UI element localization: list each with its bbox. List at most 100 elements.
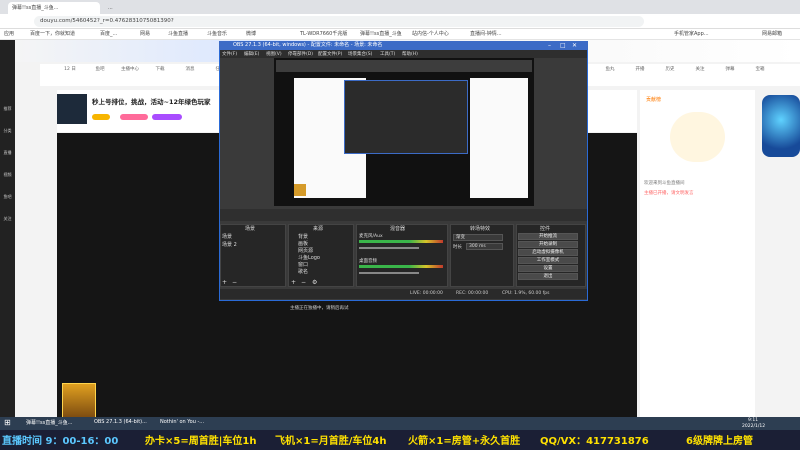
start-recording-button[interactable]: 开始录制 xyxy=(518,241,578,248)
bookmark-item[interactable]: 应用 xyxy=(4,30,14,37)
source-item[interactable]: 歌名 xyxy=(298,268,308,275)
mascot-image xyxy=(670,112,725,162)
minimize-icon[interactable]: – xyxy=(548,42,551,49)
duration-label: 时长 xyxy=(453,245,462,250)
url-input[interactable]: douyu.com/5460452?_r=0.4762831075081390? xyxy=(34,16,644,27)
volume-slider[interactable] xyxy=(359,272,419,274)
level-badge xyxy=(92,114,110,120)
settings-button[interactable]: 设置 xyxy=(518,265,578,272)
bookmark-item[interactable]: 微博 xyxy=(246,30,256,37)
chat-header: 贡献榜 xyxy=(646,97,662,103)
source-item[interactable]: 斗鱼Logo xyxy=(298,254,320,261)
avatar[interactable] xyxy=(57,94,87,124)
taskbar-date: 2022/1/12 xyxy=(742,424,766,429)
preview-sticker xyxy=(294,184,306,196)
gear-icon[interactable]: ⚙ xyxy=(312,279,317,286)
source-item[interactable]: 窗口 xyxy=(298,261,308,268)
volume-slider[interactable] xyxy=(359,247,419,249)
bookmark-item[interactable]: 百度_... xyxy=(100,30,117,37)
overlay-promo: 火箭×1=房管+永久首胜 xyxy=(408,436,521,447)
bookmark-item[interactable]: 站内信-个人中心 xyxy=(412,30,449,37)
live-status: LIVE: 00:00:00 xyxy=(410,291,443,296)
nav-item[interactable]: 推荐 xyxy=(1,106,14,112)
transition-select[interactable]: 渐变 xyxy=(453,234,503,241)
scene-item[interactable]: 场景 2 xyxy=(222,241,237,248)
obs-menu-file[interactable]: 文件(F) xyxy=(222,51,237,57)
windows-start-icon[interactable]: ⊞ xyxy=(4,418,11,427)
add-icon[interactable]: + xyxy=(291,279,296,286)
mixer-title: 混音器 xyxy=(390,226,406,232)
fan-badge xyxy=(120,114,148,120)
transitions-title: 转场特效 xyxy=(470,226,491,232)
nav-item[interactable]: 分类 xyxy=(1,128,14,134)
audio-meter xyxy=(359,265,443,268)
obs-preview[interactable] xyxy=(274,58,534,206)
duration-input[interactable]: 300 ms xyxy=(466,243,503,250)
browser-tabbar: 弹幕!!ss直播_斗鱼... ... xyxy=(0,0,800,14)
source-item[interactable]: 网页源 xyxy=(298,247,313,254)
start-streaming-button[interactable]: 开始推流 xyxy=(518,233,578,240)
left-nav: 推荐 分类 直播 视频 鱼吧 关注 xyxy=(0,40,15,417)
sources-title: 来源 xyxy=(313,226,324,232)
nav-item[interactable]: 鱼吧 xyxy=(1,194,14,200)
exit-button[interactable]: 退出 xyxy=(518,273,578,280)
bookmark-item[interactable]: 网易 xyxy=(140,30,150,37)
obs-menu-edit[interactable]: 编辑(E) xyxy=(244,51,259,57)
stream-overlay xyxy=(0,430,800,450)
bookmark-item[interactable]: 网易邮箱 xyxy=(762,30,782,37)
studio-mode-button[interactable]: 工作室模式 xyxy=(518,257,578,264)
browser-tab-douyu[interactable]: 弹幕!!ss直播_斗鱼... xyxy=(8,2,100,14)
bookmark-item[interactable]: 直播间-钟情... xyxy=(470,30,502,37)
obs-menu-profile[interactable]: 配置文件(P) xyxy=(318,51,342,57)
chest-icon[interactable]: 宝箱 xyxy=(740,66,780,72)
taskbar-item-browser[interactable]: 弹幕!!ss直播_斗鱼... xyxy=(26,419,73,426)
overlay-promo: 办卡×5=周首胜|车位1h xyxy=(145,436,257,447)
nav-item[interactable]: 关注 xyxy=(1,216,14,222)
mixer-channel-label: 桌面音频 xyxy=(359,259,377,264)
chat-line: 欢迎来到斗鱼直播间 xyxy=(644,181,685,186)
audio-meter xyxy=(359,240,443,243)
overlay-promo: 飞机×1=月首胜/车位4h xyxy=(275,436,387,447)
gift-sticker xyxy=(62,383,96,419)
remove-icon[interactable]: − xyxy=(232,279,237,286)
scene-item[interactable]: 场景 xyxy=(222,233,232,240)
chat-panel: 贡献榜 欢迎来到斗鱼直播间 主播已开播，请文明发言 xyxy=(640,90,755,420)
maximize-icon[interactable]: □ xyxy=(560,42,566,49)
controls-title: 控件 xyxy=(540,226,551,232)
bookmark-item[interactable]: 斗鱼音乐 xyxy=(207,30,227,37)
obs-menu-docks[interactable]: 停靠部件(D) xyxy=(288,51,313,57)
bookmark-item[interactable]: TL-WDR7660千兆版 xyxy=(300,30,347,37)
overlay-level: 6级牌牌上房管 xyxy=(686,436,753,447)
close-icon[interactable]: ✕ xyxy=(572,42,577,49)
cpu-status: CPU: 1.9%, 60.00 fps xyxy=(502,291,550,296)
mixer-channel-label: 麦克风/Aux xyxy=(359,234,383,239)
obs-title: OBS 27.1.3 (64-bit, windows) - 配置文件: 未命名… xyxy=(219,41,588,50)
source-item[interactable]: 画板 xyxy=(298,240,308,247)
bookmark-item[interactable]: 百度一下，你就知道 xyxy=(30,30,75,37)
nav-item[interactable]: 直播 xyxy=(1,150,14,156)
bookmark-item[interactable]: 斗鱼直播 xyxy=(168,30,188,37)
virtual-camera-button[interactable]: 启动虚拟摄像机 xyxy=(518,249,578,256)
remove-icon[interactable]: − xyxy=(301,279,306,286)
preview-nested-obs xyxy=(344,80,468,154)
obs-menu-view[interactable]: 视图(V) xyxy=(266,51,282,57)
obs-menu-tools[interactable]: 工具(T) xyxy=(380,51,395,57)
event-badge[interactable] xyxy=(762,95,800,157)
rec-status: REC: 00:00:00 xyxy=(456,291,489,296)
nav-item[interactable]: 视频 xyxy=(1,172,14,178)
add-icon[interactable]: + xyxy=(222,279,227,286)
source-item[interactable]: 背景 xyxy=(298,233,308,240)
room-title: 秒上号排位，挑战，活动~12年绿色玩家 xyxy=(92,98,211,106)
overlay-qq: QQ/VX：417731876 xyxy=(540,436,649,447)
obs-menu-help[interactable]: 帮助(H) xyxy=(402,51,418,57)
browser-tab-more[interactable]: ... xyxy=(104,2,124,14)
overlay-live-time: 直播时间 9：00-16：00 xyxy=(2,436,119,447)
bookmark-item[interactable]: 手机管家App... xyxy=(674,30,709,37)
bookmark-item[interactable]: 弹幕!!ss直播_斗鱼 xyxy=(360,30,402,37)
player-caption: 主播正在独播中，请稍后再试 xyxy=(290,306,349,311)
scenes-title: 场景 xyxy=(245,226,256,232)
chat-line: 主播已开播，请文明发言 xyxy=(644,191,694,196)
taskbar-item-obs[interactable]: OBS 27.1.3 (64-bit)... xyxy=(94,419,147,425)
taskbar-item-music[interactable]: Nothin' on You -... xyxy=(160,419,204,425)
obs-menu-scene-collection[interactable]: 场景集合(S) xyxy=(348,51,372,57)
